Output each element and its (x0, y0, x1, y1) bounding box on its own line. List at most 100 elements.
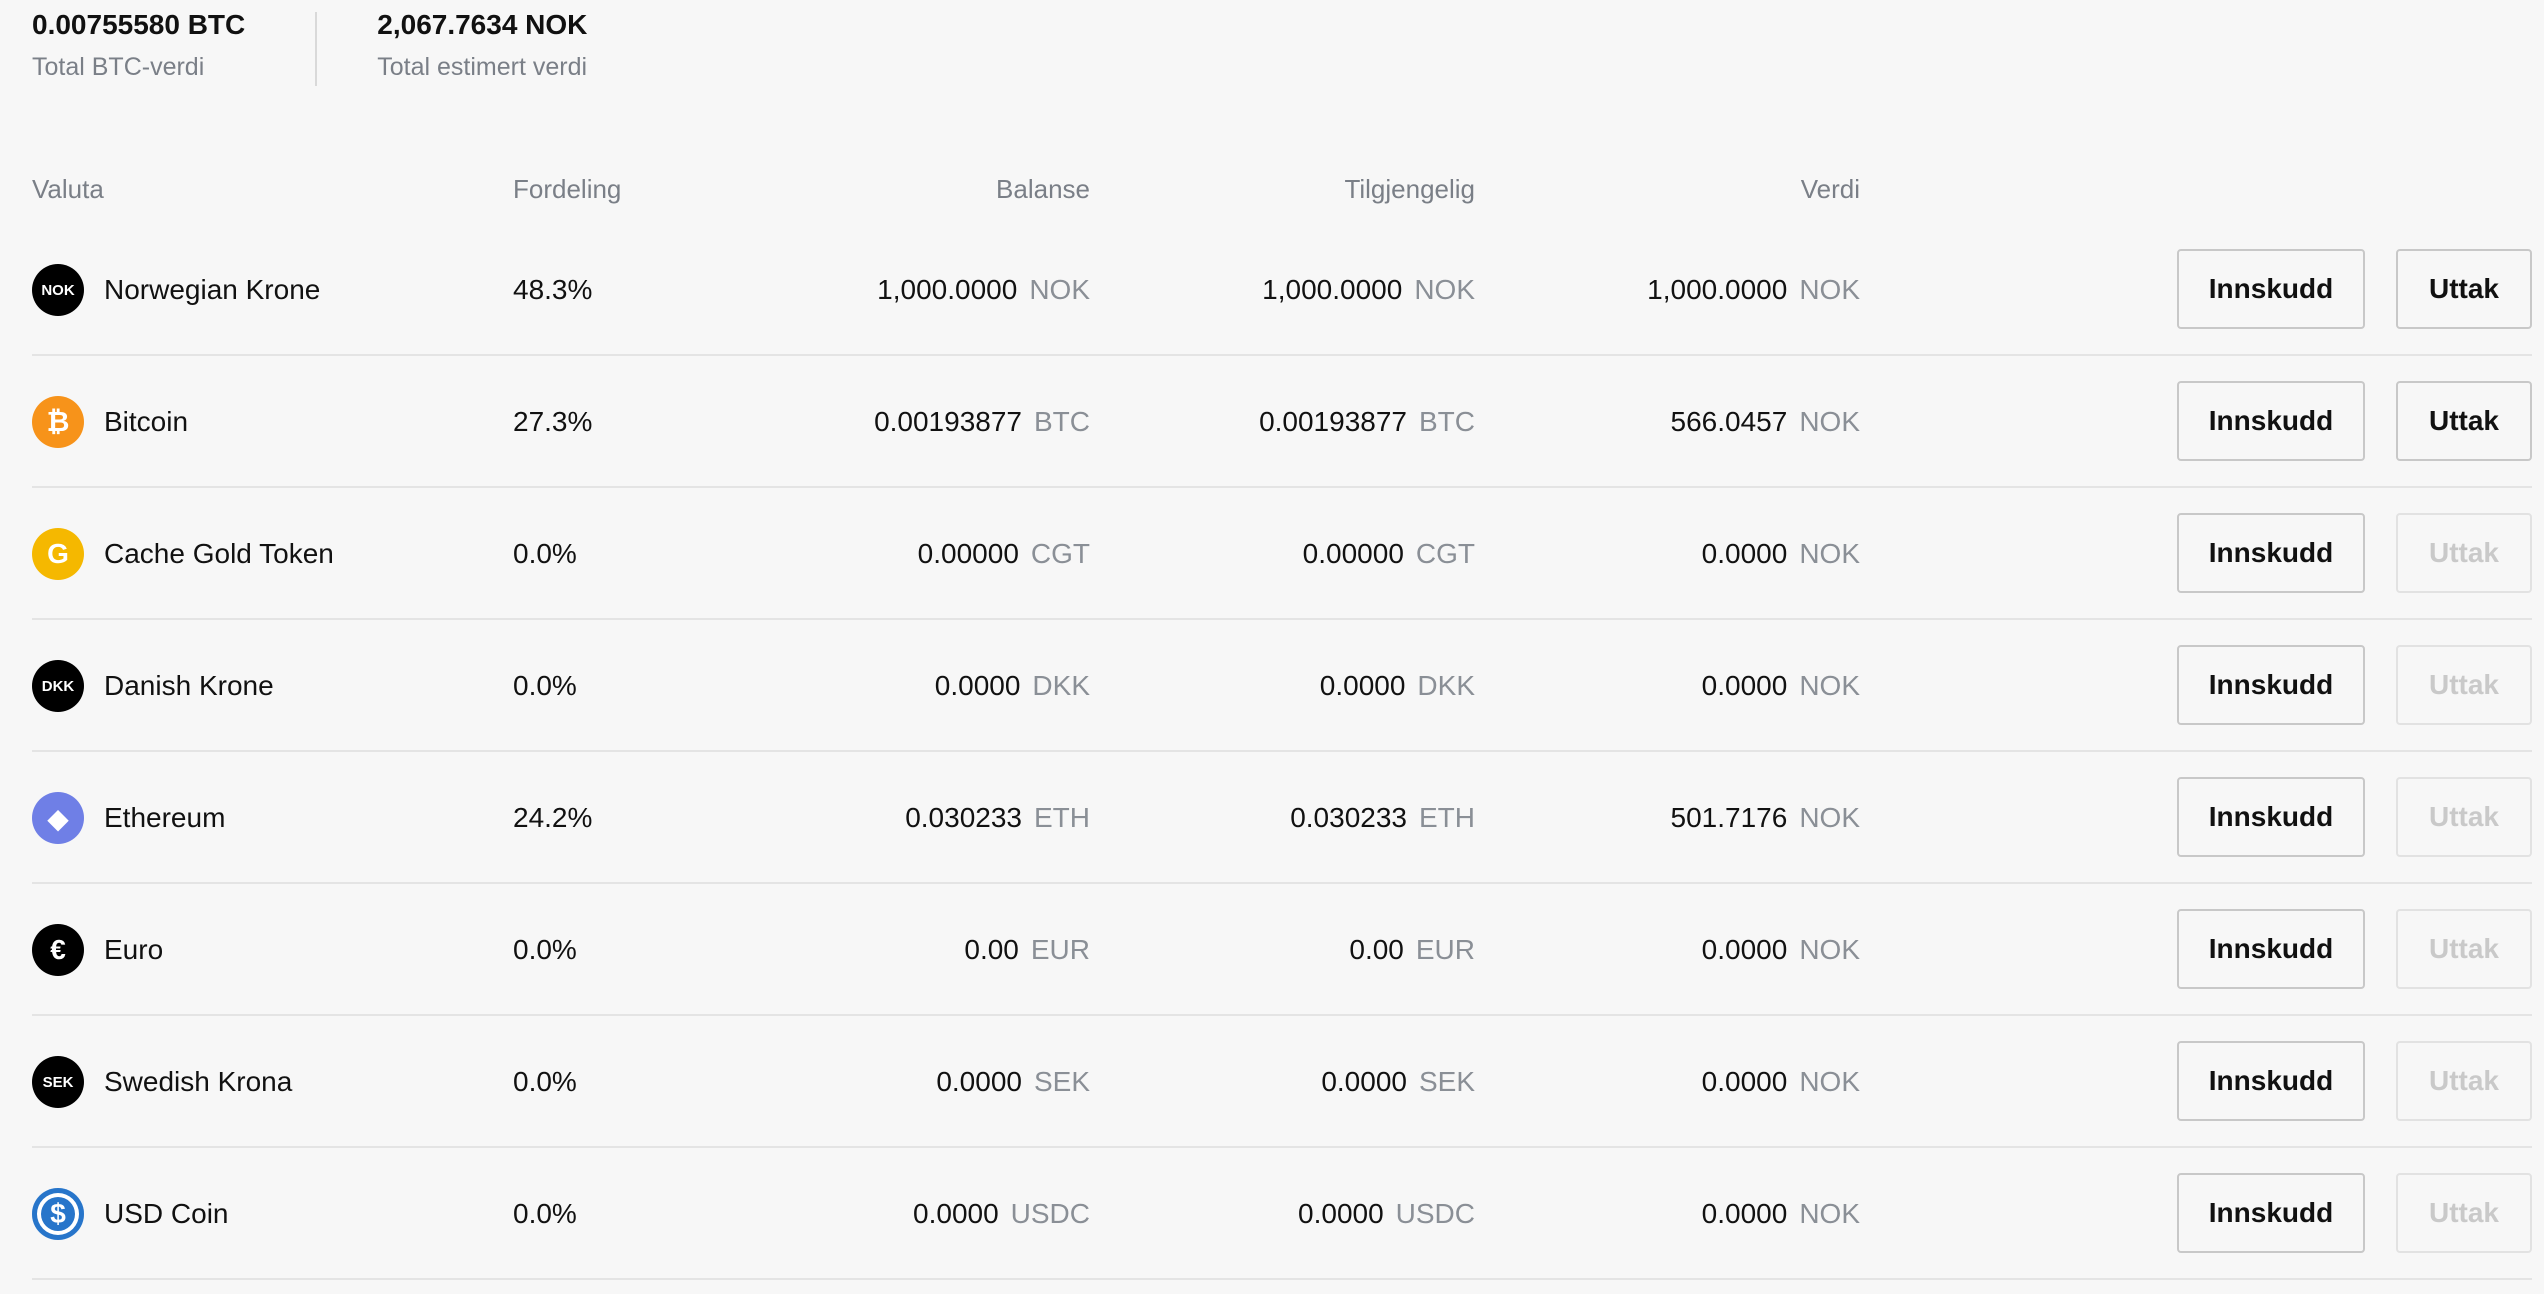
withdraw-button[interactable]: Uttak (2396, 249, 2532, 329)
available-amount: 0.030233 (1290, 802, 1407, 833)
value-unit: NOK (1799, 1198, 1860, 1229)
value-unit: NOK (1799, 1066, 1860, 1097)
distribution-cell: 48.3% (513, 274, 593, 305)
balance-amount: 0.00 (964, 934, 1019, 965)
balance-unit: EUR (1030, 934, 1090, 965)
balance-unit: BTC (1034, 406, 1090, 437)
currency-cell: ₿ Bitcoin (32, 356, 188, 488)
table-row: G Cache Gold Token 0.0% 0.00000 CGT 0.00… (32, 488, 2532, 620)
value-amount: 501.7176 (1670, 802, 1788, 833)
withdraw-button: Uttak (2396, 909, 2532, 989)
distribution-cell: 0.0% (513, 538, 577, 569)
header-distribution[interactable]: Fordeling (513, 174, 621, 205)
deposit-button[interactable]: Innskudd (2177, 1173, 2365, 1253)
currency-name: Danish Krone (104, 670, 274, 701)
header-currency[interactable]: Valuta (32, 174, 104, 205)
value-cell: 0.0000 NOK (1702, 620, 1860, 752)
currency-name: Bitcoin (104, 406, 189, 437)
table-row: ₿ Bitcoin 27.3% 0.00193877 BTC 0.0019387… (32, 356, 2532, 488)
currency-cell: G Cache Gold Token (32, 488, 334, 620)
deposit-button[interactable]: Innskudd (2177, 513, 2365, 593)
currency-name: Euro (104, 934, 164, 965)
withdraw-button: Uttak (2396, 777, 2532, 857)
value-cell: 0.0000 NOK (1702, 884, 1860, 1016)
value-unit: NOK (1799, 538, 1860, 569)
table-row: ◆ Ethereum 24.2% 0.030233 ETH 0.030233 E… (32, 752, 2532, 884)
balance-amount: 0.0000 (936, 1066, 1022, 1097)
available-cell: 0.00 EUR (1349, 884, 1475, 1016)
available-cell: 1,000.0000 NOK (1262, 224, 1475, 356)
header-balance[interactable]: Balanse (996, 174, 1090, 205)
balance-unit: ETH (1034, 802, 1090, 833)
estimated-total-summary: 2,067.7634 NOK Total estimert verdi (377, 8, 587, 84)
balance-amount: 0.00000 (917, 538, 1019, 569)
value-amount: 0.0000 (1701, 670, 1788, 701)
available-cell: 0.030233 ETH (1290, 752, 1475, 884)
balance-cell: 0.0000 SEK (936, 1016, 1090, 1148)
balances-table: Valuta Fordeling Balanse Tilgjengelig Ve… (32, 160, 2532, 1280)
value-cell: 0.0000 NOK (1702, 488, 1860, 620)
value-unit: NOK (1799, 406, 1860, 437)
available-unit: EUR (1415, 934, 1475, 965)
withdraw-button[interactable]: Uttak (2396, 381, 2532, 461)
deposit-button[interactable]: Innskudd (2177, 249, 2365, 329)
available-cell: 0.00193877 BTC (1259, 356, 1475, 488)
estimated-total-label: Total estimert verdi (377, 53, 588, 81)
value-amount: 0.0000 (1701, 1198, 1788, 1229)
deposit-button[interactable]: Innskudd (2177, 909, 2365, 989)
balance-cell: 0.0000 USDC (913, 1148, 1090, 1280)
balance-amount: 0.0000 (934, 670, 1021, 701)
sek-icon: SEK (32, 1056, 84, 1108)
currency-name: Swedish Krona (104, 1066, 293, 1097)
distribution-cell: 0.0% (513, 670, 577, 701)
withdraw-button: Uttak (2396, 645, 2532, 725)
distribution-cell: 24.2% (513, 802, 593, 833)
summary-divider (315, 12, 318, 86)
table-row: $ USD Coin 0.0% 0.0000 USDC 0.0000 USDC … (32, 1148, 2532, 1280)
distribution-cell: 0.0% (513, 1066, 577, 1097)
value-amount: 0.0000 (1701, 538, 1788, 569)
currency-cell: DKK Danish Krone (32, 620, 274, 752)
table-row: € Euro 0.0% 0.00 EUR 0.00 EUR 0.0000 NOK… (32, 884, 2532, 1016)
table-header: Valuta Fordeling Balanse Tilgjengelig Ve… (32, 160, 2532, 224)
available-amount: 0.00193877 (1259, 406, 1407, 437)
available-amount: 1,000.0000 (1262, 274, 1403, 305)
deposit-button[interactable]: Innskudd (2177, 777, 2365, 857)
available-amount: 0.0000 (1321, 1066, 1407, 1097)
available-amount: 0.00000 (1302, 538, 1404, 569)
available-amount: 0.0000 (1319, 670, 1406, 701)
available-cell: 0.0000 DKK (1320, 620, 1475, 752)
deposit-button[interactable]: Innskudd (2177, 1041, 2365, 1121)
currency-name: Cache Gold Token (104, 538, 334, 569)
value-cell: 1,000.0000 NOK (1647, 224, 1860, 356)
currency-cell: SEK Swedish Krona (32, 1016, 292, 1148)
available-unit: BTC (1419, 406, 1475, 437)
distribution-cell: 27.3% (513, 406, 593, 437)
available-amount: 0.0000 (1298, 1198, 1384, 1229)
deposit-button[interactable]: Innskudd (2177, 381, 2365, 461)
btc-total-label: Total BTC-verdi (32, 53, 205, 81)
value-cell: 566.0457 NOK (1671, 356, 1860, 488)
available-cell: 0.00000 CGT (1303, 488, 1475, 620)
available-amount: 0.00 (1349, 934, 1404, 965)
available-unit: NOK (1414, 274, 1475, 305)
balance-cell: 0.030233 ETH (905, 752, 1090, 884)
balance-cell: 0.00 EUR (964, 884, 1090, 1016)
header-value[interactable]: Verdi (1801, 174, 1860, 205)
available-unit: DKK (1417, 670, 1475, 701)
nok-icon: NOK (32, 264, 84, 316)
value-amount: 566.0457 (1670, 406, 1788, 437)
ethereum-icon: ◆ (32, 792, 84, 844)
distribution-cell: 0.0% (513, 934, 577, 965)
bitcoin-icon: ₿ (32, 396, 84, 448)
currency-cell: NOK Norwegian Krone (32, 224, 320, 356)
deposit-button[interactable]: Innskudd (2177, 645, 2365, 725)
balance-amount: 0.030233 (905, 802, 1022, 833)
header-available[interactable]: Tilgjengelig (1344, 174, 1475, 205)
balance-unit: NOK (1029, 274, 1090, 305)
balance-unit: CGT (1030, 538, 1090, 569)
currency-name: USD Coin (104, 1198, 229, 1229)
value-cell: 501.7176 NOK (1671, 752, 1860, 884)
row-divider (32, 1278, 2532, 1280)
value-amount: 0.0000 (1701, 1066, 1788, 1097)
